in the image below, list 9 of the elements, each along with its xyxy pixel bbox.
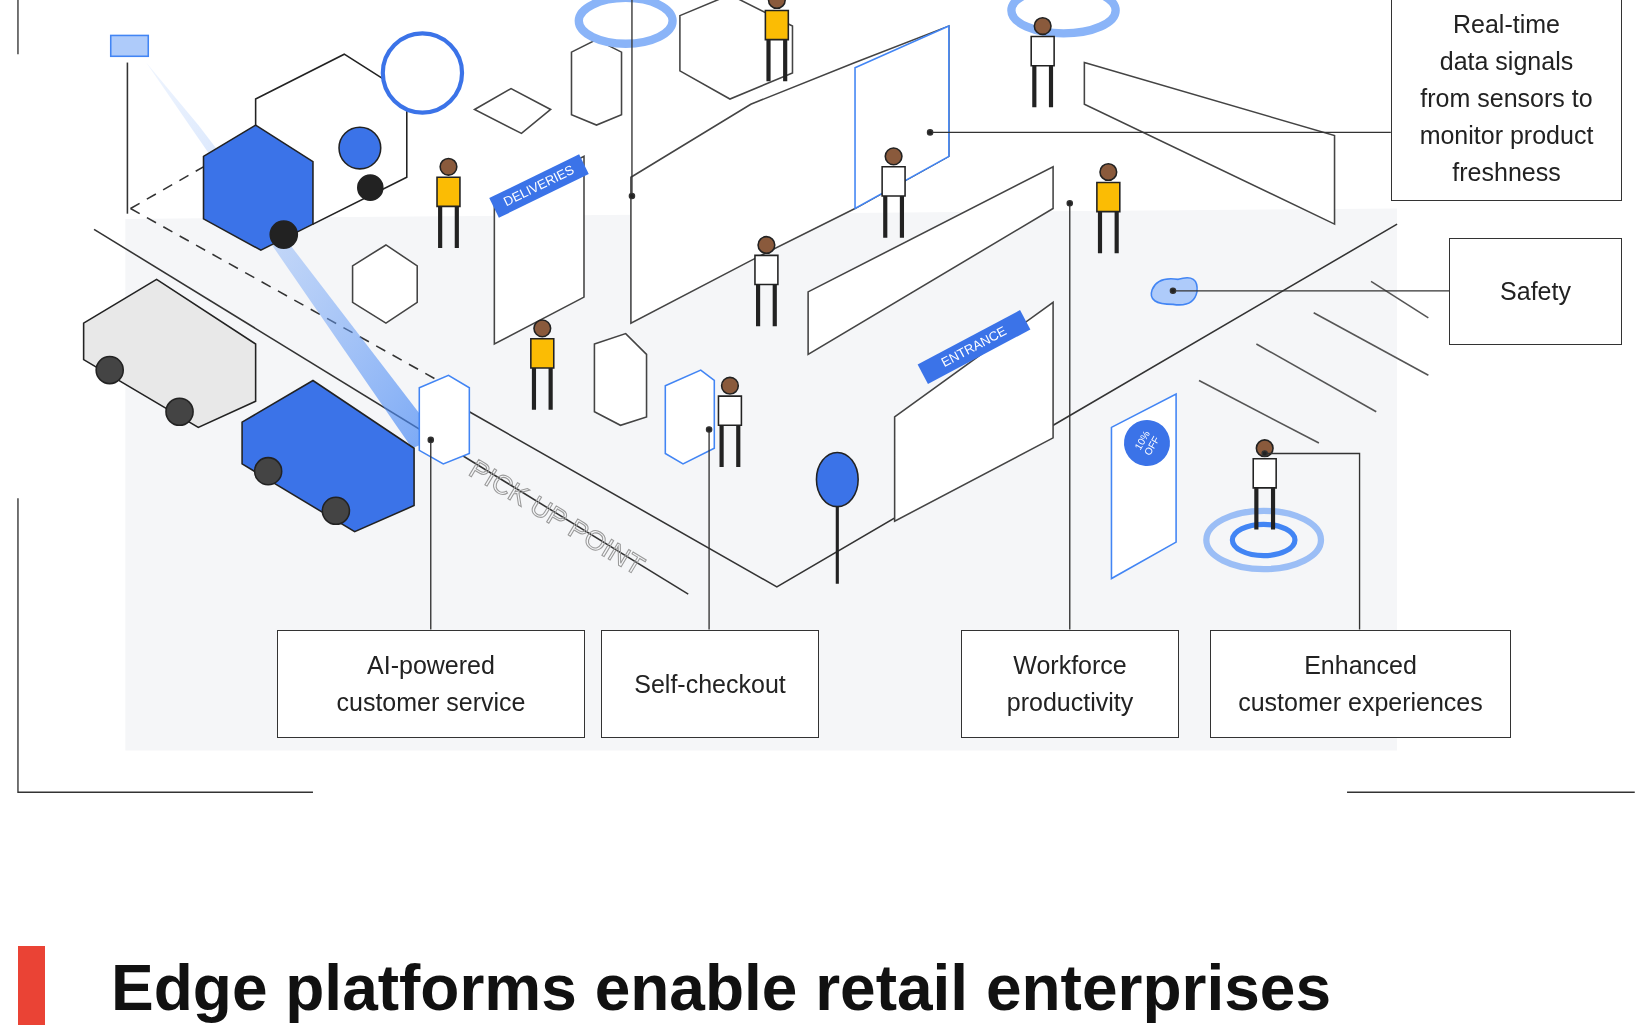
- callout-label: Self-checkout: [601, 630, 819, 738]
- callout-label: Workforce productivity: [961, 630, 1179, 738]
- callout-label: Enhanced customer experiences: [1210, 630, 1511, 738]
- callout-label: AI-powered customer service: [277, 630, 585, 738]
- camera-icon: [109, 34, 150, 58]
- callout-label: Real-time data signals from sensors to monitor product freshness: [1391, 0, 1622, 201]
- callout-label: Safety: [1449, 238, 1622, 345]
- page-heading: Edge platforms enable retail enterprises: [111, 951, 1331, 1025]
- clock-icon: [380, 31, 465, 115]
